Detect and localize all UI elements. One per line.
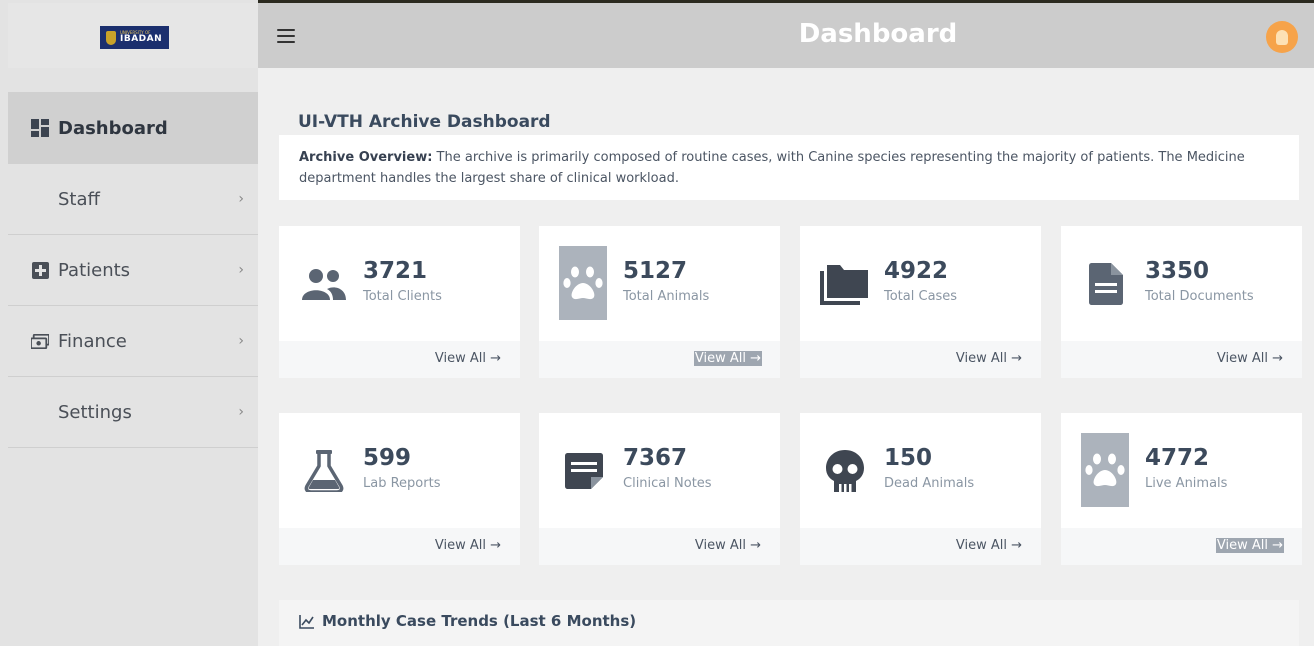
sidebar-item-settings[interactable]: Settings › — [8, 377, 258, 448]
skull-icon — [820, 441, 870, 501]
view-all-link[interactable]: View All → — [955, 538, 1023, 553]
stat-label: Total Cases — [884, 289, 958, 304]
view-all-link[interactable]: View All → — [955, 351, 1023, 366]
sidebar-item-staff[interactable]: Staff › — [8, 164, 258, 235]
page-title: Dashboard — [798, 19, 958, 49]
card-footer: View All → — [800, 341, 1041, 378]
stat-value: 3350 — [1145, 258, 1210, 284]
stat-label: Clinical Notes — [623, 476, 712, 491]
stat-card-total-animals: 5127 Total Animals View All → — [539, 226, 780, 378]
stat-value: 150 — [884, 445, 933, 471]
chevron-right-icon: › — [238, 262, 244, 278]
sidebar-item-label: Patients — [58, 259, 131, 281]
dashboard-icon — [31, 119, 49, 137]
card-footer: View All → — [279, 341, 520, 378]
money-icon — [31, 332, 49, 350]
card-footer: View All → — [1061, 341, 1302, 378]
flask-icon — [299, 441, 349, 501]
stat-label: Dead Animals — [884, 476, 975, 491]
sidebar-nav: Dashboard Staff › Patients › Finance › S… — [8, 92, 258, 448]
stat-value: 5127 — [623, 258, 688, 284]
view-all-link[interactable]: View All → — [434, 351, 502, 366]
sidebar-item-label: Dashboard — [58, 117, 168, 139]
theme-toggle-button[interactable] — [1266, 21, 1298, 53]
view-all-link[interactable]: View All → — [434, 538, 502, 553]
stat-card-clinical-notes: 7367 Clinical Notes View All → — [539, 413, 780, 565]
chevron-right-icon: › — [238, 191, 244, 207]
stat-value: 599 — [363, 445, 412, 471]
stat-label: Lab Reports — [363, 476, 441, 491]
plus-square-icon — [31, 261, 49, 279]
card-footer: View All → — [1061, 528, 1302, 565]
stat-label: Total Documents — [1145, 289, 1254, 304]
stat-card-total-documents: 3350 Total Documents View All → — [1061, 226, 1302, 378]
overview-lead: Archive Overview: — [299, 150, 433, 165]
folders-icon — [820, 254, 870, 314]
university-logo[interactable]: UNIVERSITY OF IBADAN — [100, 26, 169, 49]
view-all-link[interactable]: View All → — [693, 351, 762, 366]
chevron-right-icon: › — [238, 333, 244, 349]
logo-line-2: IBADAN — [120, 34, 163, 44]
lightbulb-icon — [1276, 29, 1288, 45]
card-footer: View All → — [539, 341, 780, 378]
line-chart-icon — [299, 614, 314, 633]
paw-icon — [1081, 433, 1129, 507]
panel-title: Monthly Case Trends (Last 6 Months) — [322, 612, 637, 630]
sidebar: UNIVERSITY OF IBADAN Dashboard Staff › P… — [0, 0, 258, 646]
sidebar-item-finance[interactable]: Finance › — [8, 306, 258, 377]
stat-value: 7367 — [623, 445, 688, 471]
card-footer: View All → — [800, 528, 1041, 565]
sidebar-item-patients[interactable]: Patients › — [8, 235, 258, 306]
topbar: Dashboard — [258, 3, 1314, 68]
stat-card-dead-animals: 150 Dead Animals View All → — [800, 413, 1041, 565]
stat-label: Total Clients — [363, 289, 442, 304]
document-icon — [1081, 254, 1131, 314]
stat-card-live-animals: 4772 Live Animals View All → — [1061, 413, 1302, 565]
stat-card-total-cases: 4922 Total Cases View All → — [800, 226, 1041, 378]
stat-label: Live Animals — [1145, 476, 1228, 491]
card-footer: View All → — [279, 528, 520, 565]
stat-value: 3721 — [363, 258, 428, 284]
overview-text: The archive is primarily composed of rou… — [299, 150, 1245, 186]
view-all-link[interactable]: View All → — [1215, 538, 1284, 553]
stat-label: Total Animals — [623, 289, 710, 304]
sidebar-item-label: Staff — [58, 188, 100, 210]
crest-icon — [106, 30, 116, 45]
stat-card-total-clients: 3721 Total Clients View All → — [279, 226, 520, 378]
users-icon — [299, 254, 349, 314]
monthly-trends-panel: Monthly Case Trends (Last 6 Months) — [279, 600, 1299, 646]
stat-value: 4772 — [1145, 445, 1210, 471]
stat-card-lab-reports: 599 Lab Reports View All → — [279, 413, 520, 565]
paw-icon — [559, 246, 607, 320]
chevron-right-icon: › — [238, 404, 244, 420]
note-icon — [559, 441, 609, 501]
card-footer: View All → — [539, 528, 780, 565]
view-all-link[interactable]: View All → — [1216, 351, 1284, 366]
main-content: UI-VTH Archive Dashboard Archive Overvie… — [258, 68, 1314, 646]
sidebar-item-dashboard[interactable]: Dashboard — [8, 92, 258, 164]
archive-overview: Archive Overview: The archive is primari… — [279, 135, 1299, 200]
sidebar-item-label: Settings — [58, 401, 132, 423]
stat-value: 4922 — [884, 258, 949, 284]
view-all-link[interactable]: View All → — [694, 538, 762, 553]
section-title: UI-VTH Archive Dashboard — [298, 112, 551, 132]
sidebar-item-label: Finance — [58, 330, 127, 352]
